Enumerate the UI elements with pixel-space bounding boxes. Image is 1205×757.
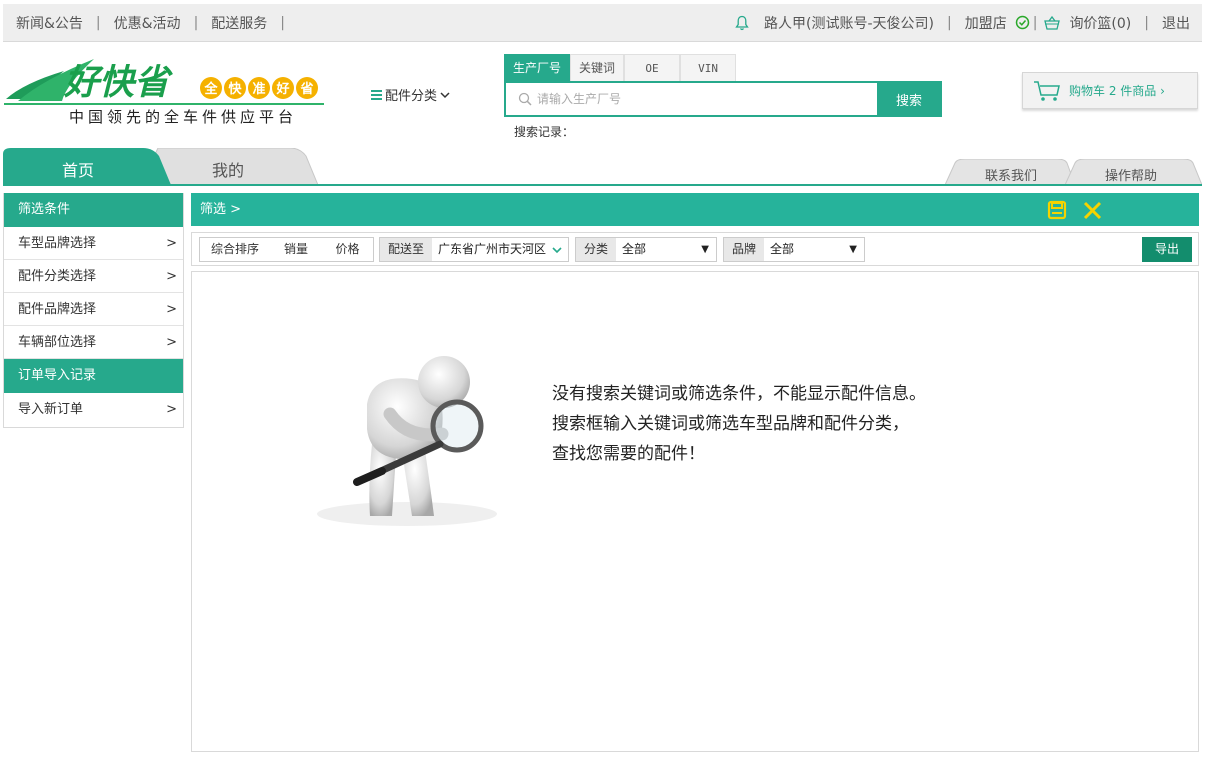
category-label: 分类 [576,238,617,261]
category-value-wrap: 全部 ▼ [616,238,716,261]
search-icon [518,92,532,106]
ship-to-value-wrap: 广东省广州市天河区 [432,238,568,261]
sidebar-item-label: 车型品牌选择 [18,236,97,251]
svg-text:准: 准 [252,81,265,96]
sidebar-item-part-category[interactable]: 配件分类选择 > [4,260,183,293]
tab-contact-label: 联系我们 [985,169,1038,184]
ship-to-value: 广东省广州市天河区 [438,242,547,256]
logo-slogan: 中国领先的全车件供应平台 [69,108,298,126]
sidebar-item-import-new-order[interactable]: 导入新订单 > [4,393,183,426]
logout-link[interactable]: 退出 [1162,13,1190,33]
basket-icon [1044,15,1061,30]
sidebar-header-order-import[interactable]: 订单导入记录 [4,359,183,393]
tab-mine-label: 我的 [212,161,245,180]
sidebar-item-label: 配件品牌选择 [18,302,97,317]
divider: | [1032,14,1038,31]
brand-select[interactable]: 品牌 全部 ▼ [723,237,865,262]
sidebar-item-label: 车辆部位选择 [18,335,97,350]
chevron-right-icon: > [166,335,177,350]
search-type-tabs: 生产厂号 关键词 OE VIN [504,54,737,81]
category-select[interactable]: 分类 全部 ▼ [575,237,717,262]
filter-toolbar: 综合排序 销量 价格 配送至 广东省广州市天河区 分类 全部 ▼ 品牌 全部 ▼… [191,232,1199,266]
brand-value-wrap: 全部 ▼ [764,238,864,261]
top-bar: 新闻&公告 | 优惠&活动 | 配送服务 | 路人甲(测试账号-天俊公司) | … [3,4,1202,42]
tab-help-label: 操作帮助 [1105,169,1158,184]
tab-vin[interactable]: VIN [680,54,737,81]
sort-sales-button[interactable]: 销量 [270,237,323,262]
divider: | [280,14,285,31]
results-panel: 没有搜索关键词或筛选条件，不能显示配件信息。 搜索框输入关键词或筛选车型品牌和配… [191,271,1199,752]
tab-home-label: 首页 [62,161,95,180]
cart-icon [1034,80,1060,101]
inquiry-basket-link[interactable]: 询价篮(0) [1069,13,1131,33]
empty-state-line: 搜索框输入关键词或筛选车型品牌和配件分类， [552,414,909,434]
franchise-link[interactable]: 加盟店 [965,13,1007,33]
clear-icon[interactable] [1083,201,1102,220]
search-box: 搜索 [504,81,942,117]
svg-text:全: 全 [203,81,218,96]
user-links: 路人甲(测试账号-天俊公司) | 加盟店 | 询价篮(0) | 退出 [735,13,1190,33]
sidebar-item-label: 导入新订单 [18,402,84,417]
brand-value: 全部 [770,242,795,256]
tab-oe[interactable]: OE [624,54,681,81]
magnifier-figure-illustration [317,356,497,526]
category-value: 全部 [622,242,647,256]
svg-text:省: 省 [299,81,313,96]
check-circle-icon [1015,15,1029,30]
empty-state-message: 没有搜索关键词或筛选条件，不能显示配件信息。 搜索框输入关键词或筛选车型品牌和配… [552,379,926,469]
cart-button[interactable]: 购物车 2 件商品 › [1022,72,1198,109]
cart-label: 购物车 2 件商品 › [1069,84,1165,98]
sidebar: 筛选条件 车型品牌选择 > 配件分类选择 > 配件品牌选择 > 车辆部位选择 >… [3,193,184,428]
breadcrumb: 筛选 > [200,202,242,217]
divider: | [95,14,101,31]
save-icon[interactable] [1047,200,1067,220]
top-links: 新闻&公告 | 优惠&活动 | 配送服务 | [16,13,298,33]
tab-keyword[interactable]: 关键词 [570,54,625,81]
user-name[interactable]: 路人甲(测试账号-天俊公司) [764,13,934,33]
search-button[interactable]: 搜索 [877,82,941,116]
chevron-right-icon: > [166,236,177,251]
caret-down-icon: ▼ [701,244,709,255]
promo-link[interactable]: 优惠&活动 [114,13,181,33]
export-button[interactable]: 导出 [1142,237,1192,262]
delivery-link[interactable]: 配送服务 [211,13,267,33]
sidebar-item-part-brand[interactable]: 配件品牌选择 > [4,293,183,326]
bell-icon[interactable] [735,15,749,31]
sort-default-button[interactable]: 综合排序 [199,237,271,262]
chevron-right-icon: > [166,269,177,284]
category-menu[interactable]: 配件分类 [371,85,450,104]
filter-breadcrumb-bar: 筛选 > [191,193,1199,226]
divider: | [947,14,952,31]
divider: | [193,14,199,31]
tab-part-number[interactable]: 生产厂号 [504,54,571,81]
sidebar-item-label: 配件分类选择 [18,269,97,284]
sidebar-header-filters: 筛选条件 [4,193,183,227]
search-input[interactable] [537,84,877,114]
chevron-right-icon: > [166,402,177,417]
empty-state-line: 查找您需要的配件！ [552,444,705,464]
svg-text:好: 好 [275,81,289,96]
category-menu-label: 配件分类 [385,89,438,104]
ship-to-label: 配送至 [380,238,433,261]
empty-state-line: 没有搜索关键词或筛选条件，不能显示配件信息。 [552,384,926,404]
brand-label: 品牌 [724,238,765,261]
nav-underline [3,184,1202,186]
ship-to-select[interactable]: 配送至 广东省广州市天河区 [379,237,569,262]
chevron-right-icon: > [166,302,177,317]
svg-text:好快省: 好快省 [63,63,173,102]
sidebar-item-vehicle-part[interactable]: 车辆部位选择 > [4,326,183,359]
news-link[interactable]: 新闻&公告 [16,13,83,33]
caret-down-icon: ▼ [849,244,857,255]
menu-icon [371,89,382,100]
search-history-label: 搜索记录： [514,125,575,139]
chevron-down-icon [440,91,450,98]
chevron-down-icon [552,247,562,254]
sort-price-button[interactable]: 价格 [322,237,374,262]
svg-text:快: 快 [228,81,242,96]
logo-graphic: 好快省 全 快 准 好 省 [4,59,324,105]
sidebar-item-vehicle-brand[interactable]: 车型品牌选择 > [4,227,183,260]
divider: | [1144,14,1149,31]
